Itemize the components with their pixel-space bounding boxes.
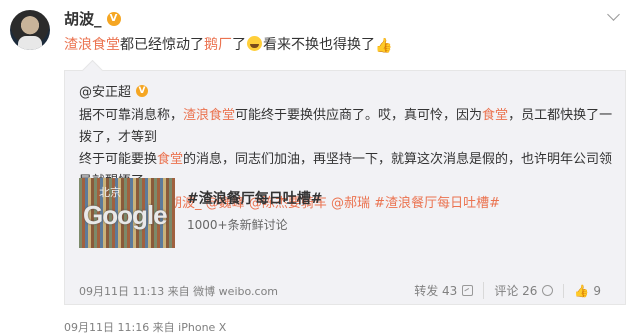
like-button[interactable]: 👍 9 bbox=[563, 283, 611, 298]
post-text: 渣浪食堂都已经惊动了鹅厂了 看来不换也得换了👍 bbox=[64, 36, 393, 54]
chevron-down-icon[interactable] bbox=[607, 8, 620, 21]
share-icon bbox=[462, 285, 474, 296]
thumbs-up-emoji-icon: 👍 bbox=[375, 38, 393, 54]
tag-link[interactable]: 食堂 bbox=[482, 108, 508, 123]
verified-icon: V bbox=[106, 11, 121, 26]
topic-card-image[interactable]: 北京 Google bbox=[79, 178, 175, 248]
quoted-actions: 转发 43 评论 26 👍 9 bbox=[404, 282, 611, 299]
tag-link[interactable]: 食堂 bbox=[157, 152, 183, 167]
thumbs-up-icon: 👍 bbox=[574, 283, 590, 298]
avatar[interactable] bbox=[10, 10, 50, 50]
quoted-author[interactable]: @安正超 V bbox=[79, 81, 149, 100]
topic-card-subtitle: 1000+条新鲜讨论 bbox=[187, 218, 288, 232]
comment-button[interactable]: 评论 26 bbox=[483, 282, 563, 299]
topic-card-title[interactable]: #渣浪餐厅每日吐槽# bbox=[187, 188, 322, 208]
post-author[interactable]: 胡波_ V bbox=[64, 8, 121, 29]
tag-link[interactable]: 渣浪食堂 bbox=[183, 108, 235, 123]
topic-card[interactable]: 北京 Google #渣浪餐厅每日吐槽# 1000+条新鲜讨论 bbox=[79, 178, 479, 248]
tag-link[interactable]: 渣浪食堂 bbox=[64, 37, 120, 53]
verified-icon: V bbox=[136, 84, 149, 97]
quoted-line-1: 据不可靠消息称，渣浪食堂可能终于要换供应商了。哎，真可怜，因为食堂，员工都快换了… bbox=[79, 108, 613, 145]
quoted-timestamp[interactable]: 09月11日 11:13 来自 微博 weibo.com bbox=[79, 283, 278, 299]
post-author-name[interactable]: 胡波_ bbox=[64, 8, 102, 29]
quoted-author-name[interactable]: @安正超 bbox=[79, 81, 131, 100]
mention-link[interactable]: 鹅厂 bbox=[204, 37, 232, 53]
comment-icon bbox=[542, 285, 554, 296]
share-button[interactable]: 转发 43 bbox=[404, 282, 483, 299]
quoted-post: @安正超 V 据不可靠消息称，渣浪食堂可能终于要换供应商了。哎，真可怜，因为食堂… bbox=[64, 70, 626, 305]
laughing-emoji-icon bbox=[247, 36, 262, 51]
